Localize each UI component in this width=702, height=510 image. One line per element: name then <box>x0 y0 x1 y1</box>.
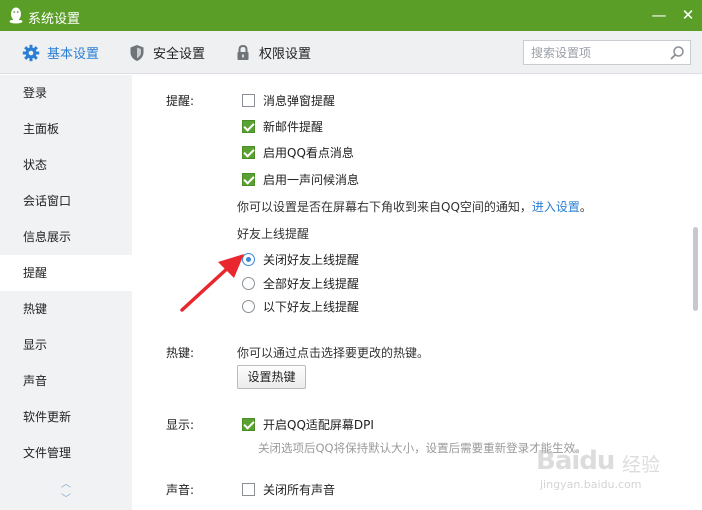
friend-online-all-label: 全部好友上线提醒 <box>263 276 360 291</box>
sidebar-item-status[interactable]: 状态 <box>0 147 132 183</box>
sidebar-item-reminder[interactable]: 提醒 <box>0 255 132 291</box>
greeting-checkbox[interactable] <box>242 172 255 186</box>
red-annotation-arrow-icon <box>180 254 244 312</box>
qq-penguin-icon <box>9 7 23 24</box>
sidebar-scroll-up-icon[interactable]: ︿ <box>58 477 74 492</box>
mute-all-label: 关闭所有声音 <box>263 482 336 497</box>
search-icon[interactable] <box>669 45 685 61</box>
sidebar-scroll-arrows: ︿ ﹀ <box>58 477 74 507</box>
tab-basic-label: 基本设置 <box>47 47 100 62</box>
reminder-option-popup[interactable]: 消息弹窗提醒 <box>242 92 335 108</box>
reminder-option-kandian[interactable]: 启用QQ看点消息 <box>242 144 354 160</box>
friend-online-option-all[interactable]: 全部好友上线提醒 <box>242 275 359 291</box>
tab-security-settings[interactable]: 安全设置 <box>128 31 205 74</box>
shield-icon <box>130 44 144 61</box>
content-scrollbar[interactable] <box>688 75 702 510</box>
friend-online-title: 好友上线提醒 <box>237 227 310 241</box>
friend-online-off-label: 关闭好友上线提醒 <box>263 252 360 267</box>
kandian-checkbox[interactable] <box>242 145 255 159</box>
set-hotkey-button[interactable]: 设置热键 <box>237 365 306 389</box>
popup-reminder-checkbox[interactable] <box>242 93 255 107</box>
mail-reminder-label: 新邮件提醒 <box>263 119 324 134</box>
window-title: 系统设置 <box>28 12 81 27</box>
search-input[interactable] <box>524 41 662 64</box>
sidebar-scroll-down-icon[interactable]: ﹀ <box>58 492 74 507</box>
top-navigation: 基本设置 安全设置 权限设置 <box>0 31 702 74</box>
friend-online-below-label: 以下好友上线提醒 <box>263 299 360 314</box>
dpi-label: 开启QQ适配屏幕DPI <box>263 417 374 432</box>
qzone-notice-end: 。 <box>579 200 592 214</box>
close-button[interactable]: ✕ <box>677 4 699 26</box>
watermark-jingyan: 经验 <box>622 454 661 476</box>
sidebar-item-chat-window[interactable]: 会话窗口 <box>0 183 132 219</box>
sidebar-item-info-display[interactable]: 信息展示 <box>0 219 132 255</box>
qzone-notice-desc: 你可以设置是否在屏幕右下角收到来自QQ空间的通知， <box>237 200 532 214</box>
tab-permission-settings[interactable]: 权限设置 <box>234 31 311 74</box>
minimize-button[interactable]: — <box>648 4 670 26</box>
dpi-checkbox[interactable] <box>242 417 255 431</box>
tab-permission-label: 权限设置 <box>259 47 312 62</box>
settings-sidebar: 登录 主面板 状态 会话窗口 信息展示 提醒 热键 显示 声音 软件更新 文件管… <box>0 75 132 510</box>
friend-online-option-below[interactable]: 以下好友上线提醒 <box>242 298 359 314</box>
display-section-label: 显示: <box>166 418 195 432</box>
title-bar: 系统设置 — ✕ <box>0 0 702 31</box>
display-option-dpi[interactable]: 开启QQ适配屏幕DPI <box>242 416 374 432</box>
sidebar-item-software-update[interactable]: 软件更新 <box>0 399 132 435</box>
sidebar-item-display[interactable]: 显示 <box>0 327 132 363</box>
popup-reminder-label: 消息弹窗提醒 <box>263 93 336 108</box>
hotkey-desc: 你可以通过点击选择要更改的热键。 <box>237 346 430 360</box>
sidebar-item-sound[interactable]: 声音 <box>0 363 132 399</box>
tab-basic-settings[interactable]: 基本设置 <box>22 31 99 74</box>
baidu-jingyan-watermark: Baidu 经验 jingyan.baidu.com <box>536 446 676 496</box>
lock-icon <box>237 44 249 60</box>
search-box <box>523 40 691 65</box>
reminder-option-mail[interactable]: 新邮件提醒 <box>242 118 323 134</box>
reminder-option-greeting[interactable]: 启用一声问候消息 <box>242 171 359 187</box>
enter-settings-link[interactable]: 进入设置 <box>532 200 580 214</box>
kandian-label: 启用QQ看点消息 <box>263 145 354 160</box>
sound-option-mute[interactable]: 关闭所有声音 <box>242 481 335 497</box>
gear-icon <box>22 44 40 61</box>
friend-online-option-off[interactable]: 关闭好友上线提醒 <box>242 251 359 267</box>
sound-section-label: 声音: <box>166 483 195 497</box>
sidebar-item-login[interactable]: 登录 <box>0 75 132 111</box>
sidebar-item-file-management[interactable]: 文件管理 <box>0 435 132 471</box>
mute-all-checkbox[interactable] <box>242 482 255 496</box>
watermark-url: jingyan.baidu.com <box>540 478 642 491</box>
sidebar-item-hotkey[interactable]: 热键 <box>0 291 132 327</box>
qzone-notice-text: 你可以设置是否在屏幕右下角收到来自QQ空间的通知，进入设置。 <box>237 198 592 215</box>
scrollbar-thumb[interactable] <box>693 227 698 311</box>
hotkey-section-label: 热键: <box>166 346 195 360</box>
greeting-label: 启用一声问候消息 <box>263 172 360 187</box>
sidebar-item-main-panel[interactable]: 主面板 <box>0 111 132 147</box>
tab-security-label: 安全设置 <box>153 47 206 62</box>
mail-reminder-checkbox[interactable] <box>242 119 255 133</box>
watermark-logo: Baidu <box>536 446 615 476</box>
reminder-section-label: 提醒: <box>166 94 195 108</box>
